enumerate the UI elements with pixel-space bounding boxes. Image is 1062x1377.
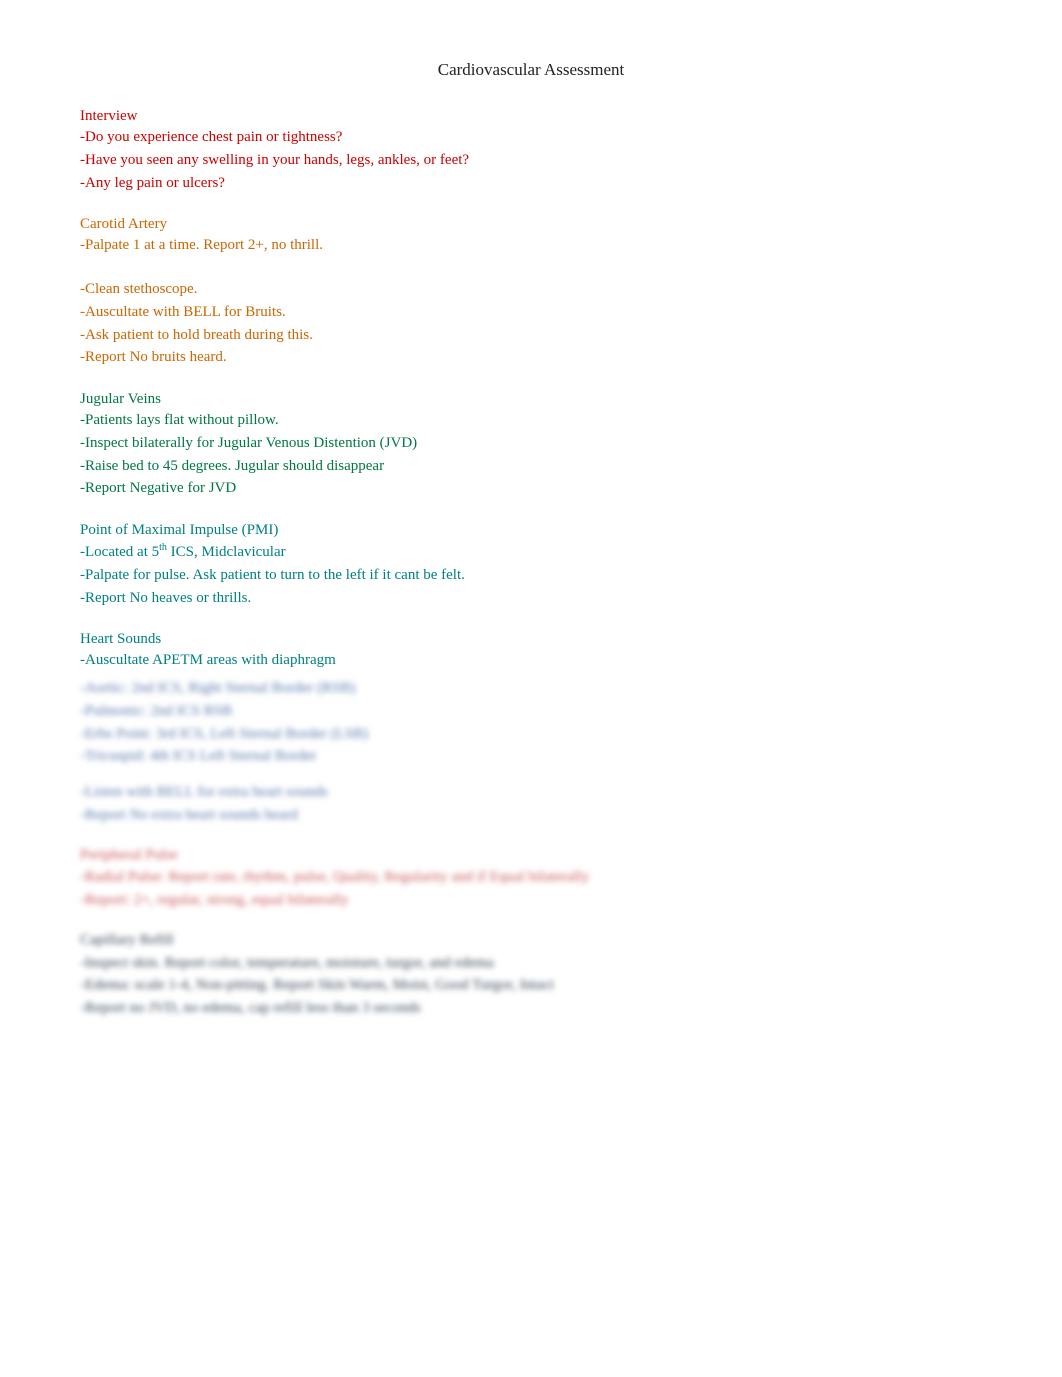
blurred-line-pulmonic: -Pulmonic: 2nd ICS RSB [80, 701, 982, 723]
section-jugular: Jugular Veins -Patients lays flat withou… [80, 391, 982, 500]
section-interview: Interview -Do you experience chest pain … [80, 108, 982, 194]
carotid-auscultate-line-2: -Auscultate with BELL for Bruits. [80, 302, 982, 324]
carotid-line-1: -Palpate 1 at a time. Report 2+, no thri… [80, 235, 982, 257]
pmi-line-3: -Report No heaves or thrills. [80, 588, 982, 610]
carotid-auscultate-line-3: -Ask patient to hold breath during this. [80, 325, 982, 347]
blurred-line-aortic: -Aortic: 2nd ICS, Right Sternal Border (… [80, 678, 982, 700]
section-heading-interview: Interview [80, 108, 982, 125]
jugular-line-3: -Raise bed to 45 degrees. Jugular should… [80, 456, 982, 478]
carotid-auscultate-line-1: -Clean stethoscope. [80, 279, 982, 301]
heart-sounds-blurred-1: -Aortic: 2nd ICS, Right Sternal Border (… [80, 678, 982, 768]
blurred-line-erbs: -Erbs Point: 3rd ICS, Left Sternal Borde… [80, 724, 982, 746]
blurred-capillary-line-2: -Edema: scale 1-4, Non-pitting. Report S… [80, 975, 982, 997]
interview-line-3: -Any leg pain or ulcers? [80, 173, 982, 195]
blurred-capillary-line-3: -Report no JVD, no edema, cap refill les… [80, 998, 982, 1020]
pmi-line-2: -Palpate for pulse. Ask patient to turn … [80, 565, 982, 587]
jugular-line-4: -Report Negative for JVD [80, 478, 982, 500]
interview-line-2: -Have you seen any swelling in your hand… [80, 150, 982, 172]
section-heart-sounds: Heart Sounds -Auscultate APETM areas wit… [80, 631, 982, 1020]
blurred-peripheral-line-1: -Radial Pulse: Report rate, rhythm, puls… [80, 867, 982, 889]
blurred-heading-capillary: Capillary Refill [80, 930, 982, 952]
section-heading-pmi: Point of Maximal Impulse (PMI) [80, 522, 982, 539]
blurred-capillary-line-1: -Inspect skin. Report color, temperature… [80, 953, 982, 975]
carotid-auscultate-line-4: -Report No bruits heard. [80, 347, 982, 369]
jugular-line-1: -Patients lays flat without pillow. [80, 410, 982, 432]
section-heading-carotid: Carotid Artery [80, 216, 982, 233]
section-carotid: Carotid Artery -Palpate 1 at a time. Rep… [80, 216, 982, 257]
blurred-line-bell-1: -Listen with BELL for extra heart sounds [80, 782, 982, 804]
section-heading-heart-sounds: Heart Sounds [80, 631, 982, 648]
heart-sounds-blurred-2: -Listen with BELL for extra heart sounds… [80, 782, 982, 827]
jugular-line-2: -Inspect bilaterally for Jugular Venous … [80, 433, 982, 455]
section-pmi: Point of Maximal Impulse (PMI) -Located … [80, 522, 982, 609]
blurred-line-tricuspid: -Tricuspid: 4th ICS Left Sternal Border [80, 746, 982, 768]
page-title: Cardiovascular Assessment [80, 60, 982, 80]
heart-sounds-line-1: -Auscultate APETM areas with diaphragm [80, 650, 982, 672]
pmi-line-1: -Located at 5th ICS, Midclavicular [80, 541, 982, 564]
blurred-heading-peripheral: Peripheral Pulse [80, 845, 982, 867]
blurred-line-bell-2: -Report No extra heart sounds heard [80, 805, 982, 827]
heart-sounds-blurred-4: Capillary Refill -Inspect skin. Report c… [80, 930, 982, 1020]
blurred-peripheral-line-2: -Report: 2+, regular, strong, equal bila… [80, 890, 982, 912]
heart-sounds-blurred-3: Peripheral Pulse -Radial Pulse: Report r… [80, 845, 982, 912]
section-heading-jugular: Jugular Veins [80, 391, 982, 408]
interview-line-1: -Do you experience chest pain or tightne… [80, 127, 982, 149]
section-carotid-auscultate: -Clean stethoscope. -Auscultate with BEL… [80, 279, 982, 369]
